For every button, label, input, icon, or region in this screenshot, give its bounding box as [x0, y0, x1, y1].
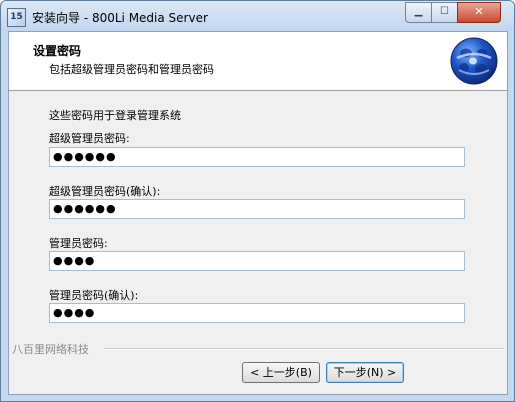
super-admin-password-label: 超级管理员密码:	[49, 132, 130, 145]
footer-divider	[104, 348, 504, 350]
back-button[interactable]: < 上一步(B)	[242, 362, 320, 383]
maximize-icon: ☐	[440, 6, 449, 17]
super-admin-password-confirm-label: 超级管理员密码(确认):	[49, 185, 161, 198]
minimize-icon: ▁	[414, 6, 423, 17]
close-button[interactable]: ✕	[457, 2, 501, 23]
super-admin-password-input[interactable]: ●●●●●●	[49, 147, 465, 167]
close-icon: ✕	[474, 5, 484, 18]
installer-app-icon: 15	[7, 8, 26, 27]
description-text: 这些密码用于登录管理系统	[49, 109, 181, 122]
title-bar[interactable]: 15 安装向导 - 800Li Media Server ▁ ☐ ✕	[1, 1, 514, 31]
brand-label: 八百里网络科技	[12, 343, 89, 356]
wizard-header: 设置密码 包括超级管理员密码和管理员密码	[9, 32, 507, 91]
installer-window: 15 安装向导 - 800Li Media Server ▁ ☐ ✕ 设置密码 …	[0, 0, 515, 402]
admin-password-input[interactable]: ●●●●	[49, 251, 465, 271]
globe-logo-icon	[450, 37, 498, 85]
window-title: 安装向导 - 800Li Media Server	[32, 11, 208, 25]
super-admin-password-confirm-input[interactable]: ●●●●●●	[49, 199, 465, 219]
wizard-content: 设置密码 包括超级管理员密码和管理员密码 这些密码用于登录管理系统 超级管理员密…	[8, 31, 508, 395]
maximize-button[interactable]: ☐	[431, 2, 458, 23]
page-title: 设置密码	[33, 44, 82, 58]
admin-password-confirm-input[interactable]: ●●●●	[49, 303, 465, 323]
minimize-button[interactable]: ▁	[405, 2, 432, 23]
page-subtitle: 包括超级管理员密码和管理员密码	[49, 63, 214, 76]
admin-password-label: 管理员密码:	[49, 237, 108, 250]
next-button[interactable]: 下一步(N) >	[326, 362, 404, 383]
admin-password-confirm-label: 管理员密码(确认):	[49, 289, 139, 302]
